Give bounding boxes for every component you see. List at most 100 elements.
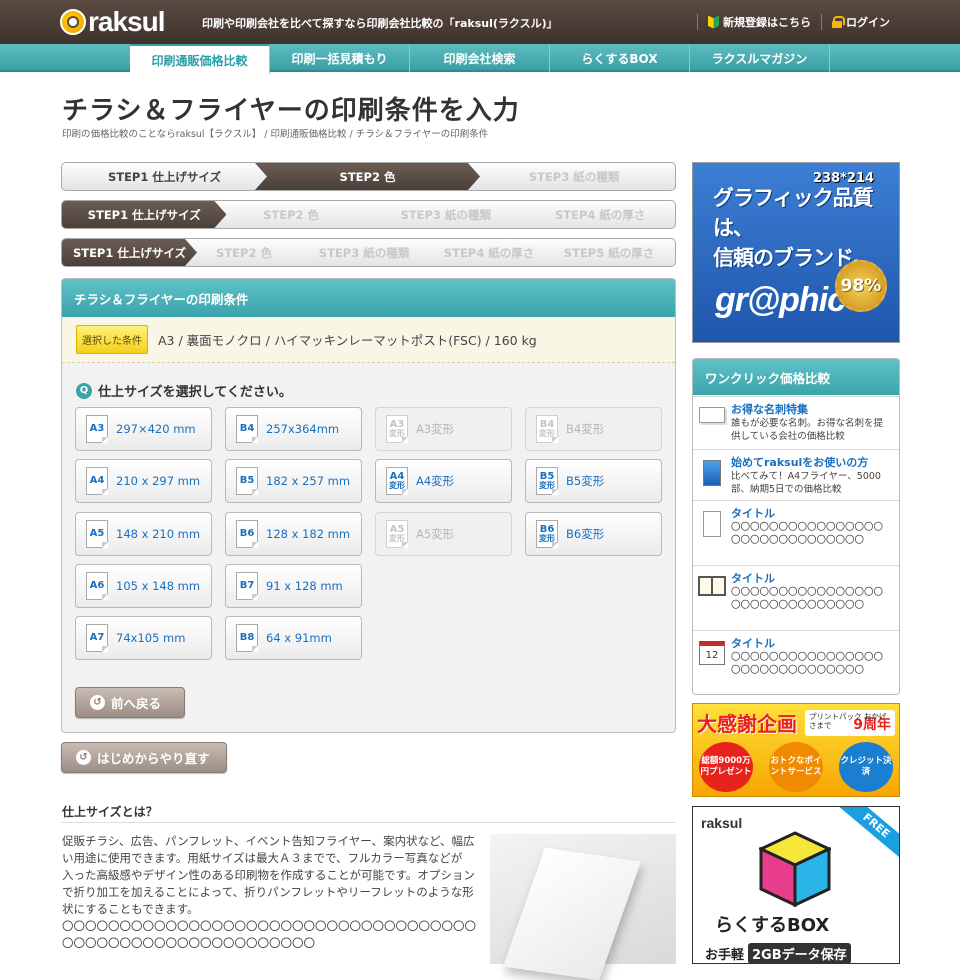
site-header: raksul 印刷や印刷会社を比べて探すなら印刷会社比較の「raksul(ラクス…: [0, 0, 960, 44]
rakusuru-box-ad[interactable]: raksul FREE らくするBOX お手軽 2GBデータ保存: [692, 806, 900, 964]
oneclick-heading: ワンクリック価格比較: [693, 359, 899, 395]
header-tagline: 印刷や印刷会社を比べて探すなら印刷会社比較の「raksul(ラクスル)」: [202, 17, 558, 30]
size-option-label: 210 x 297 mm: [116, 474, 201, 488]
size-option[interactable]: A6 105 x 148 mm: [75, 564, 212, 608]
raksul-logo[interactable]: raksul: [60, 6, 165, 37]
restart-button[interactable]: ↺ はじめからやり直す: [61, 742, 227, 773]
step-size: STEP1 仕上げサイズ: [62, 239, 197, 266]
logo-mark-icon: [60, 9, 86, 35]
size-option[interactable]: B8 64 x 91mm: [225, 616, 362, 660]
oneclick-text: 比べてみて！A4フライヤー、5000部、納期5日での価格比較: [731, 471, 881, 495]
back-button[interactable]: ↺ 前へ戻る: [75, 687, 185, 718]
nav-price-compare[interactable]: 印刷通販価格比較: [130, 44, 270, 74]
step-paper-thickness: STEP4 紙の厚さ: [443, 245, 535, 260]
size-option[interactable]: B5 182 x 257 mm: [225, 459, 362, 503]
step-bar-4: STEP1 仕上げサイズ STEP2 色 STEP3 紙の種類 STEP4 紙の…: [61, 200, 676, 229]
size-option[interactable]: A4 変形 A4変形: [375, 459, 512, 503]
paper-size-icon: B5 変形: [536, 467, 558, 495]
step-size: STEP1 仕上げサイズ: [62, 201, 226, 228]
back-arrow-icon: ↺: [90, 695, 105, 710]
nav-magazine[interactable]: ラクスルマガジン: [690, 44, 830, 72]
flyer-icon: [703, 460, 721, 486]
register-link[interactable]: 新規登録はこちら: [708, 14, 811, 30]
oneclick-item[interactable]: 12 タイトル 〇〇〇〇〇〇〇〇〇〇〇〇〇〇〇〇〇〇〇〇〇〇〇〇〇〇〇〇〇〇: [693, 630, 899, 694]
login-link[interactable]: ログイン: [832, 14, 890, 30]
size-option-label: 182 x 257 mm: [266, 474, 351, 488]
size-option-label: 128 x 182 mm: [266, 527, 351, 541]
size-option-label: 148 x 210 mm: [116, 527, 201, 541]
size-option-label: 74x105 mm: [116, 631, 186, 645]
oneclick-item[interactable]: タイトル 〇〇〇〇〇〇〇〇〇〇〇〇〇〇〇〇〇〇〇〇〇〇〇〇〇〇〇〇〇〇: [693, 500, 899, 565]
breadcrumb: 印刷の価格比較のことならraksul【ラクスル】 / 印刷通販価格比較 / チラ…: [62, 129, 489, 140]
paper-size-icon: B6 変形: [536, 520, 558, 548]
oneclick-item[interactable]: タイトル 〇〇〇〇〇〇〇〇〇〇〇〇〇〇〇〇〇〇〇〇〇〇〇〇〇〇〇〇〇〇: [693, 565, 899, 630]
oneclick-compare-box: ワンクリック価格比較 お得な名刺特集 誰もが必要な名刺。お得な名刺を提供している会…: [692, 358, 900, 695]
paper-size-icon: A5: [86, 520, 108, 548]
size-option[interactable]: B4 257x364mm: [225, 407, 362, 451]
size-option-label: 105 x 148 mm: [116, 579, 201, 593]
step-paper-type: STEP3 紙の種類: [528, 169, 620, 184]
oneclick-text: 〇〇〇〇〇〇〇〇〇〇〇〇〇〇〇〇〇〇〇〇〇〇〇〇〇〇〇〇〇〇: [731, 652, 884, 676]
paper-size-icon: B6: [236, 520, 258, 548]
selected-conditions: 選択した条件 A3 / 裏面モノクロ / ハイマッキンレーマットポスト(FSC)…: [62, 317, 675, 363]
step-paper-thickness: STEP4 紙の厚さ: [555, 207, 646, 222]
size-option[interactable]: B5 変形 B5変形: [525, 459, 662, 503]
oneclick-item[interactable]: 始めてraksulをお使いの方 比べてみて！A4フライヤー、5000部、納期5日で…: [693, 449, 899, 500]
nav-rakusuru-box[interactable]: らくするBOX: [550, 44, 690, 72]
about-text: 促販チラシ、広告、パンフレット、イベント告知フライヤー、案内状など、幅広い用途に…: [62, 834, 476, 950]
oneclick-title[interactable]: 始めてraksulをお使いの方: [731, 454, 891, 470]
paper-size-icon: B8: [236, 624, 258, 652]
campaign-banner-ad[interactable]: 大感謝企画 プリントパック おかげさまで 9周年 総額9000万円プレゼント おト…: [692, 703, 900, 797]
size-option: A5 変形 A5変形: [375, 512, 512, 556]
main-nav: 印刷通販価格比較 印刷一括見積もり 印刷会社検索 らくするBOX ラクスルマガジ…: [0, 44, 960, 74]
paper-size-icon: A4: [86, 467, 108, 495]
size-option: A3 変形 A3変形: [375, 407, 512, 451]
size-option[interactable]: A3 297×420 mm: [75, 407, 212, 451]
selected-badge: 選択した条件: [76, 325, 148, 354]
step-color: STEP2 色: [255, 163, 480, 190]
oneclick-title[interactable]: タイトル: [731, 505, 891, 521]
size-option[interactable]: A5 148 x 210 mm: [75, 512, 212, 556]
step-bar-3: STEP1 仕上げサイズ STEP2 色 STEP3 紙の種類: [61, 162, 676, 191]
book-icon: [698, 576, 726, 596]
step-paper-type: STEP3 紙の種類: [318, 245, 410, 260]
restart-icon: ↺: [76, 750, 91, 765]
paper-size-icon: A4 変形: [386, 467, 408, 495]
size-option-label: B5変形: [566, 474, 605, 488]
size-option-label: B6変形: [566, 527, 605, 541]
oneclick-text: 〇〇〇〇〇〇〇〇〇〇〇〇〇〇〇〇〇〇〇〇〇〇〇〇〇〇〇〇〇〇: [731, 587, 884, 611]
size-option-label: A3変形: [416, 422, 455, 436]
size-option[interactable]: A4 210 x 297 mm: [75, 459, 212, 503]
paper-size-icon: A3: [86, 415, 108, 443]
lock-icon: [832, 16, 845, 28]
graphic-banner-ad[interactable]: 238*214 グラフィック品質は、 信頼のブランド。 gr@phic 98%: [692, 162, 900, 343]
panel-heading: チラシ＆フライヤーの印刷条件: [62, 279, 675, 317]
size-option-label: 64 x 91mm: [266, 631, 332, 645]
business-card-icon: [699, 407, 725, 423]
oneclick-item[interactable]: お得な名刺特集 誰もが必要な名刺。お得な名刺を提供している会社の価格比較: [693, 396, 899, 449]
size-option-label: 257x364mm: [266, 422, 340, 436]
step-paper-type: STEP3 紙の種類: [400, 207, 491, 222]
nav-company-search[interactable]: 印刷会社検索: [410, 44, 550, 72]
size-option[interactable]: B6 128 x 182 mm: [225, 512, 362, 556]
step-size[interactable]: STEP1 仕上げサイズ: [62, 163, 267, 190]
oneclick-title[interactable]: タイトル: [731, 570, 891, 586]
size-option-label: B4変形: [566, 422, 605, 436]
size-option: B4 変形 B4変形: [525, 407, 662, 451]
size-option-label: 91 x 128 mm: [266, 579, 343, 593]
size-option[interactable]: B7 91 x 128 mm: [225, 564, 362, 608]
size-option[interactable]: B6 変形 B6変形: [525, 512, 662, 556]
oneclick-title[interactable]: タイトル: [731, 635, 891, 651]
page-title: チラシ＆フライヤーの印刷条件を入力: [62, 96, 520, 126]
calendar-icon: 12: [699, 641, 725, 665]
paper-size-icon: B7: [236, 572, 258, 600]
print-conditions-panel: チラシ＆フライヤーの印刷条件 選択した条件 A3 / 裏面モノクロ / ハイマッ…: [61, 278, 676, 733]
size-option-label: A4変形: [416, 474, 455, 488]
size-option[interactable]: A7 74x105 mm: [75, 616, 212, 660]
size-option-label: 297×420 mm: [116, 422, 196, 436]
question-icon: Q: [76, 382, 92, 399]
nav-bulk-quote[interactable]: 印刷一括見積もり: [270, 44, 410, 72]
award-medal-icon: 98%: [835, 260, 887, 312]
paper-size-icon: A3 変形: [386, 415, 408, 443]
oneclick-title[interactable]: お得な名刺特集: [731, 401, 891, 417]
